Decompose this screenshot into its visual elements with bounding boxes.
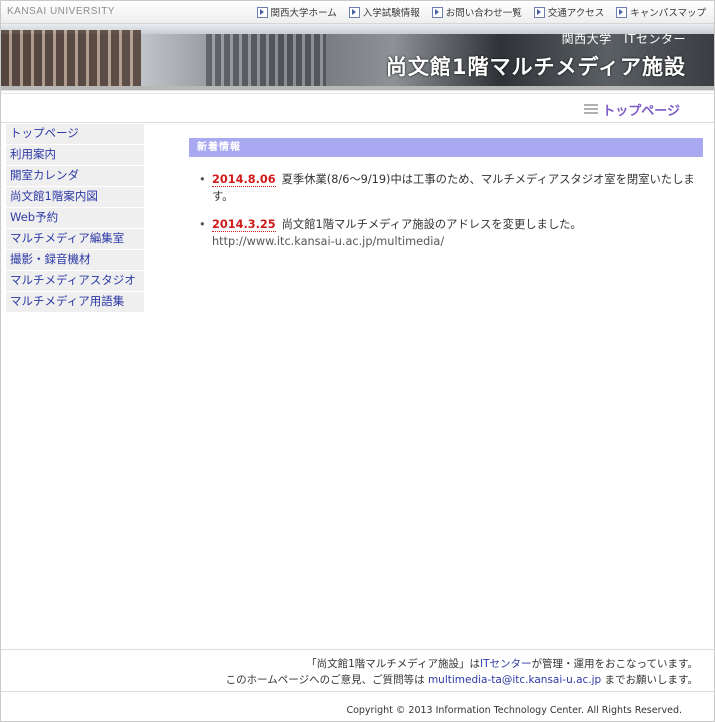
building-photo-2 bbox=[206, 34, 326, 86]
building-photo bbox=[1, 30, 141, 86]
sidebar-item-equipment[interactable]: 撮影・録音機材 bbox=[6, 250, 144, 270]
itcenter-link[interactable]: ITセンター bbox=[480, 658, 532, 670]
footer-text: このホームページへのご意見、ご質問等は bbox=[225, 674, 425, 686]
news-item: 2014.3.25 尚文館1階マルチメディア施設のアドレスを変更しました。 http… bbox=[197, 216, 697, 250]
news-date-link[interactable]: 2014.3.25 bbox=[212, 218, 276, 232]
page-title: トップページ bbox=[584, 100, 680, 119]
sidebar-item-studio[interactable]: マルチメディアスタジオ bbox=[6, 271, 144, 291]
footer-text: 「尚文館1階マルチメディア施設」は bbox=[306, 658, 481, 670]
footer-info: 「尚文館1階マルチメディア施設」はITセンターが管理・運用をおこなっています。 … bbox=[226, 656, 698, 688]
sidebar-item-usage-guide[interactable]: 利用案内 bbox=[6, 145, 144, 165]
link-contact-list[interactable]: お問い合わせ一覧 bbox=[431, 5, 522, 19]
sidebar-item-calendar[interactable]: 開室カレンダ bbox=[6, 166, 144, 186]
arrow-link-icon bbox=[348, 6, 360, 18]
sidebar-item-floor-map[interactable]: 尚文館1階案内図 bbox=[6, 187, 144, 207]
banner-subtitle: 関西大学 ITセンター bbox=[561, 32, 686, 46]
link-campus-map[interactable]: キャンパスマップ bbox=[616, 5, 706, 19]
page-title-text: トップページ bbox=[602, 104, 680, 119]
page: KANSAI UNIVERSITY 関西大学ホーム 入学試験情報 お問い合わせ一… bbox=[0, 0, 715, 722]
news-text: 尚文館1階マルチメディア施設のアドレスを変更しました。 bbox=[281, 218, 582, 231]
footer-divider-2 bbox=[1, 691, 714, 692]
arrow-link-icon bbox=[431, 6, 443, 18]
sidebar-item-editing-room[interactable]: マルチメディア編集室 bbox=[6, 229, 144, 249]
news-date-link[interactable]: 2014.8.06 bbox=[212, 173, 276, 187]
top-utility-bar: KANSAI UNIVERSITY 関西大学ホーム 入学試験情報 お問い合わせ一… bbox=[1, 1, 714, 24]
page-heading-row: トップページ bbox=[1, 94, 714, 123]
university-brand: KANSAI UNIVERSITY bbox=[7, 6, 115, 17]
link-label: お問い合わせ一覧 bbox=[445, 8, 522, 19]
banner-underline bbox=[1, 86, 714, 91]
contact-email-link[interactable]: multimedia-ta@itc.kansai-u.ac.jp bbox=[428, 674, 601, 686]
site-banner: 関西大学 ITセンター 尚文館1階マルチメディア施設 bbox=[1, 24, 714, 86]
footer-text: が管理・運用をおこなっています。 bbox=[531, 658, 698, 670]
footer-line-1: 「尚文館1階マルチメディア施設」はITセンターが管理・運用をおこなっています。 bbox=[226, 656, 698, 672]
news-item: 2014.8.06夏季休業(8/6～9/19)中は工事のため、マルチメディアスタ… bbox=[197, 171, 697, 205]
link-label: キャンパスマップ bbox=[630, 8, 706, 19]
news-section-header: 新着情報 bbox=[189, 138, 703, 157]
sidebar-item-top[interactable]: トップページ bbox=[6, 124, 144, 144]
arrow-link-icon bbox=[616, 6, 628, 18]
link-label: 交通アクセス bbox=[547, 8, 605, 19]
link-kansai-home[interactable]: 関西大学ホーム bbox=[256, 5, 337, 19]
arrow-link-icon bbox=[533, 6, 545, 18]
footer-divider bbox=[1, 649, 714, 650]
sidebar-item-glossary[interactable]: マルチメディア用語集 bbox=[6, 292, 144, 312]
news-list: 2014.8.06夏季休業(8/6～9/19)中は工事のため、マルチメディアスタ… bbox=[197, 171, 697, 261]
sidebar-item-web-reservation[interactable]: Web予約 bbox=[6, 208, 144, 228]
footer-line-2: このホームページへのご意見、ご質問等は multimedia-ta@itc.ka… bbox=[226, 672, 698, 688]
copyright: Copyright © 2013 Information Technology … bbox=[346, 705, 682, 716]
arrow-link-icon bbox=[256, 6, 268, 18]
site-title: 尚文館1階マルチメディア施設 bbox=[385, 55, 686, 79]
sidebar-nav: トップページ 利用案内 開室カレンダ 尚文館1階案内図 Web予約 マルチメディ… bbox=[6, 124, 144, 313]
link-access[interactable]: 交通アクセス bbox=[533, 5, 605, 19]
link-admissions[interactable]: 入学試験情報 bbox=[348, 5, 420, 19]
top-links: 関西大学ホーム 入学試験情報 お問い合わせ一覧 交通アクセス キャンパスマップ bbox=[256, 5, 706, 19]
footer-text: までお願いします。 bbox=[604, 674, 698, 686]
news-url: http://www.itc.kansai-u.ac.jp/multimedia… bbox=[212, 235, 445, 248]
link-label: 入学試験情報 bbox=[362, 8, 420, 19]
heading-bars-icon bbox=[584, 103, 599, 116]
link-label: 関西大学ホーム bbox=[270, 8, 337, 19]
news-text: 夏季休業(8/6～9/19)中は工事のため、マルチメディアスタジオ室を閉室いたし… bbox=[212, 173, 695, 203]
